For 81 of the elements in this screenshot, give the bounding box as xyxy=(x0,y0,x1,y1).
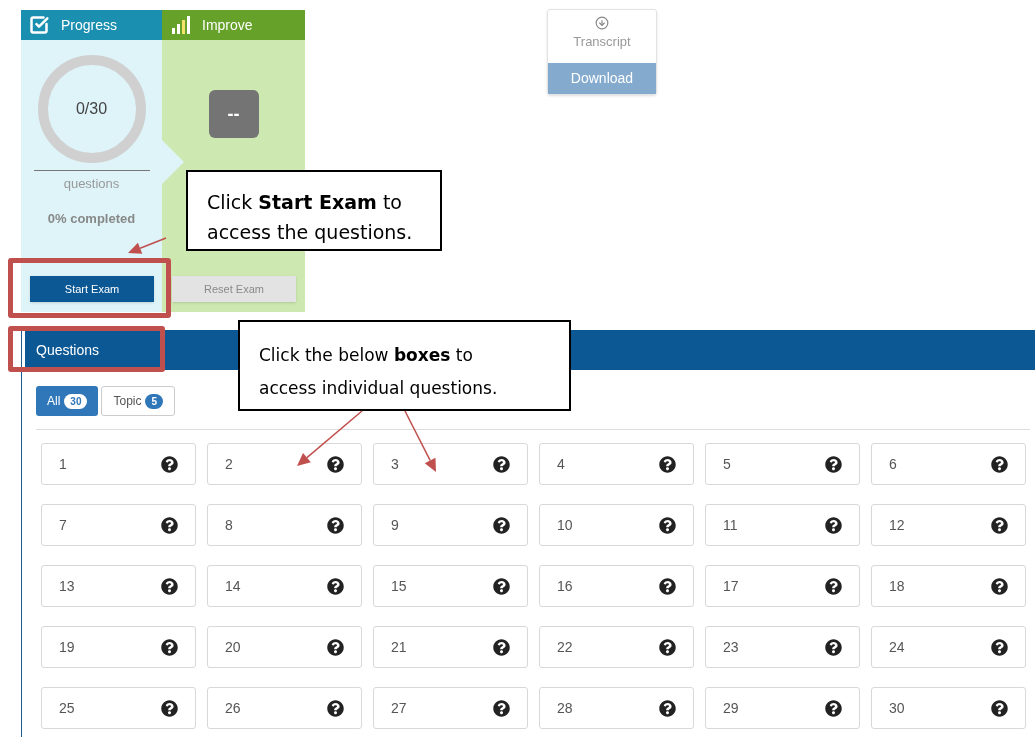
question-icon xyxy=(493,516,510,534)
arrow xyxy=(297,410,363,466)
question-icon xyxy=(327,455,344,473)
callout-text: Click Start Exam to access the questions. xyxy=(207,190,414,245)
question-icon xyxy=(659,455,676,473)
question-icon xyxy=(659,638,676,656)
arrow xyxy=(128,237,167,254)
question-box[interactable]: 28 xyxy=(539,687,694,729)
question-box[interactable]: 5 xyxy=(705,443,860,485)
question-icon xyxy=(659,699,676,717)
download-icon xyxy=(595,16,609,30)
section-title: Questions xyxy=(36,340,100,360)
question-box[interactable]: 11 xyxy=(705,504,860,546)
question-box[interactable]: 8 xyxy=(207,504,362,546)
question-box[interactable]: 21 xyxy=(373,626,528,668)
count-badge: 5 xyxy=(145,393,164,409)
question-box[interactable]: 9 xyxy=(373,504,528,546)
question-icon xyxy=(825,638,842,656)
question-icon xyxy=(825,699,842,717)
question-icon xyxy=(825,455,842,473)
question-box[interactable]: 6 xyxy=(871,443,1026,485)
question-icon xyxy=(161,455,178,473)
checkbox-icon xyxy=(29,15,49,35)
question-box[interactable]: 25 xyxy=(41,687,196,729)
callout-text: Click the below boxes to access individual questions. xyxy=(259,344,499,400)
question-box[interactable]: 1 xyxy=(41,443,196,485)
question-icon xyxy=(991,638,1008,656)
question-box[interactable]: 29 xyxy=(705,687,860,729)
question-icon xyxy=(991,516,1008,534)
question-box[interactable]: 14 xyxy=(207,565,362,607)
transcript-label: Transcript xyxy=(573,33,631,51)
filter-tab[interactable]: Topic 5 xyxy=(101,386,176,416)
signal-bars-icon xyxy=(172,16,190,34)
question-icon xyxy=(825,577,842,595)
question-icon xyxy=(659,577,676,595)
question-icon xyxy=(659,516,676,534)
question-icon xyxy=(327,516,344,534)
question-icon xyxy=(493,455,510,473)
question-box[interactable]: 23 xyxy=(705,626,860,668)
question-box[interactable]: 17 xyxy=(705,565,860,607)
question-box[interactable]: 4 xyxy=(539,443,694,485)
question-box[interactable]: 19 xyxy=(41,626,196,668)
question-box[interactable]: 27 xyxy=(373,687,528,729)
question-icon xyxy=(991,455,1008,473)
panel-title: Improve xyxy=(202,15,253,35)
question-icon xyxy=(825,516,842,534)
question-icon xyxy=(327,699,344,717)
count-badge: 30 xyxy=(64,393,88,409)
question-box[interactable]: 20 xyxy=(207,626,362,668)
question-box[interactable]: 15 xyxy=(373,565,528,607)
question-icon xyxy=(161,516,178,534)
question-box[interactable]: 10 xyxy=(539,504,694,546)
question-box[interactable]: 7 xyxy=(41,504,196,546)
question-icon xyxy=(991,699,1008,717)
question-icon xyxy=(991,577,1008,595)
question-icon xyxy=(327,577,344,595)
arrow xyxy=(404,410,436,472)
question-box[interactable]: 26 xyxy=(207,687,362,729)
question-icon xyxy=(161,699,178,717)
question-box[interactable]: 13 xyxy=(41,565,196,607)
filter-tab[interactable]: All 30 xyxy=(36,386,99,416)
score-badge: -- xyxy=(208,90,259,138)
start-exam-button[interactable]: Start Exam xyxy=(30,276,154,302)
question-box[interactable]: 12 xyxy=(871,504,1026,546)
completion-text: 0% completed xyxy=(47,209,136,228)
count-label: questions xyxy=(63,175,120,193)
question-icon xyxy=(161,638,178,656)
question-box[interactable]: 3 xyxy=(373,443,528,485)
question-icon xyxy=(493,699,510,717)
question-box[interactable]: 18 xyxy=(871,565,1026,607)
panel-title: Progress xyxy=(61,15,118,35)
question-count: 0/30 xyxy=(75,99,108,119)
question-box[interactable]: 30 xyxy=(871,687,1026,729)
question-icon xyxy=(493,577,510,595)
question-icon xyxy=(327,638,344,656)
question-icon xyxy=(493,638,510,656)
question-box[interactable]: 24 xyxy=(871,626,1026,668)
question-icon xyxy=(161,577,178,595)
question-box[interactable]: 22 xyxy=(539,626,694,668)
question-box[interactable]: 16 xyxy=(539,565,694,607)
question-box[interactable]: 2 xyxy=(207,443,362,485)
